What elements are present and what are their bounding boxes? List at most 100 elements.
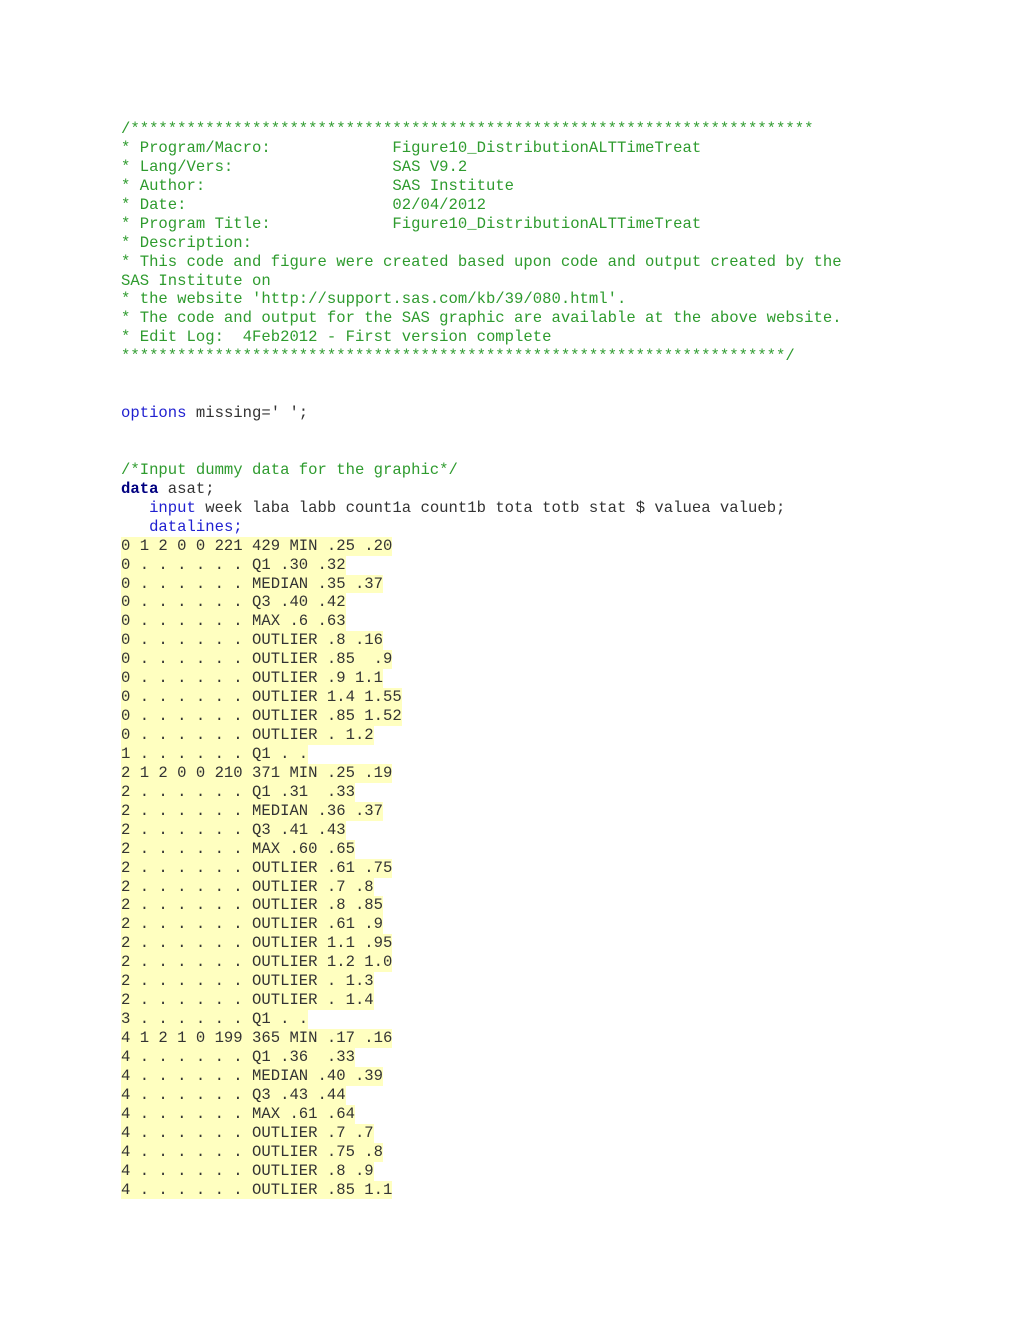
options-rest: missing=' '; [186,404,309,423]
dataline-text: 1 . . . . . . Q1 . . [121,744,309,764]
dataline-text: 0 . . . . . . MAX .6 .63 [121,612,346,632]
dataline-text: 2 . . . . . . Q3 .41 .43 [121,820,346,840]
dataline-row: 2 . . . . . . Q1 .31 .33 [121,782,842,802]
dataline-text: 0 . . . . . . OUTLIER 1.4 1.55 [121,688,402,708]
header-field: * Date: 02/04/2012 [121,196,842,215]
header-field: * Program Title: Figure10_DistributionAL… [121,215,842,234]
header-field-label: * Author: [121,176,393,195]
dataline-text: 4 . . . . . . OUTLIER .8 .9 [121,1161,374,1181]
dataline-text: 0 . . . . . . OUTLIER . 1.2 [121,726,374,745]
header-comment-open: /***************************************… [121,120,814,138]
dataline-row: 2 . . . . . . OUTLIER .7 .8 [121,877,842,897]
dataline-row: 0 . . . . . . MAX .6 .63 [121,612,842,632]
options-statement: options missing=' '; [121,404,842,423]
dataline-text: 4 . . . . . . Q3 .43 .44 [121,1085,346,1105]
dataline-row: 2 . . . . . . MAX .60 .65 [121,839,842,859]
dataline-text: 0 . . . . . . OUTLIER .9 1.1 [121,669,384,689]
description-line: * This code and figure were created base… [121,252,842,271]
dataline-row: 2 . . . . . . Q3 .41 .43 [121,820,842,840]
header-field-label: * Program Title: [121,214,393,233]
header-field-value: SAS V9.2 [392,157,468,176]
dataline-row: 4 . . . . . . MEDIAN .40 .39 [121,1066,842,1086]
data-keyword: data [121,479,159,498]
datalines-statement: datalines; [121,518,842,537]
description-line: * Edit Log: 4Feb2012 - First version com… [121,328,552,347]
dataline-row: 0 . . . . . . OUTLIER .85 1.52 [121,707,842,727]
dataline-text: 0 . . . . . . MEDIAN .35 .37 [121,574,384,594]
sas-code-document: /***************************************… [121,120,842,1200]
dataline-text: 2 . . . . . . MAX .60 .65 [121,839,355,859]
dataline-row: 0 . . . . . . MEDIAN .35 .37 [121,574,842,594]
dataline-text: 3 . . . . . . Q1 . . [121,1010,309,1030]
dataline-text: 4 . . . . . . MEDIAN .40 .39 [121,1066,384,1086]
dataline-row: 4 . . . . . . OUTLIER .75 .8 [121,1142,842,1162]
description-line: * the website 'http://support.sas.com/kb… [121,290,627,309]
dataline-text: 0 1 2 0 0 221 429 MIN .25 .20 [121,536,393,556]
input-keyword: input [149,498,196,517]
dataline-row: 0 . . . . . . OUTLIER 1.4 1.55 [121,688,842,708]
description-line: SAS Institute on [121,271,271,290]
dataline-row: 3 . . . . . . Q1 . . [121,1010,842,1030]
dataline-text: 4 . . . . . . OUTLIER .75 .8 [121,1142,384,1162]
dataline-text: 2 . . . . . . OUTLIER . 1.4 [121,991,374,1011]
header-field-value: 02/04/2012 [392,195,486,214]
dataline-row: 4 1 2 1 0 199 365 MIN .17 .16 [121,1029,842,1048]
dataline-text: 2 . . . . . . Q1 .31 .33 [121,782,355,802]
dataline-row: 2 . . . . . . OUTLIER 1.2 1.0 [121,953,842,973]
dataline-row: 2 . . . . . . OUTLIER .61 .9 [121,915,842,935]
description-block: * This code and figure were created base… [121,253,842,348]
dataline-text: 2 . . . . . . OUTLIER .7 .8 [121,877,374,897]
dataline-row: 0 . . . . . . OUTLIER .85 .9 [121,650,842,670]
dataline-row: 0 . . . . . . OUTLIER .9 1.1 [121,669,842,689]
dataline-text: 2 . . . . . . OUTLIER .8 .85 [121,896,384,916]
header-field-label: * Lang/Vers: [121,157,393,176]
dataline-row: 4 . . . . . . Q1 .36 .33 [121,1047,842,1067]
header-field: * Lang/Vers: SAS V9.2 [121,158,842,177]
dataline-text: 0 . . . . . . Q3 .40 .42 [121,593,346,613]
header-field-label: * Program/Macro: [121,138,393,157]
dataline-text: 2 . . . . . . OUTLIER .61 .75 [121,858,393,878]
dataline-row: 0 . . . . . . Q1 .30 .32 [121,555,842,575]
header-field-value: SAS Institute [392,176,515,195]
data-comment: /*Input dummy data for the graphic*/ [121,460,458,479]
dataline-row: 4 . . . . . . Q3 .43 .44 [121,1085,842,1105]
data-rest: asat; [158,479,215,498]
dataline-text: 2 . . . . . . OUTLIER .61 .9 [121,915,384,935]
dataline-row: 4 . . . . . . OUTLIER .8 .9 [121,1161,842,1181]
dataline-text: 4 1 2 1 0 199 365 MIN .17 .16 [121,1029,393,1048]
header-field: * Author: SAS Institute [121,177,842,196]
dataline-text: 4 . . . . . . MAX .61 .64 [121,1104,355,1124]
dataline-row: 2 . . . . . . OUTLIER 1.1 .95 [121,934,842,954]
dataline-text: 0 . . . . . . OUTLIER .85 .9 [121,650,393,670]
dataline-text: 4 . . . . . . Q1 .36 .33 [121,1047,355,1067]
dataline-text: 0 . . . . . . OUTLIER .8 .16 [121,631,384,651]
dataline-text: 0 . . . . . . Q1 .30 .32 [121,555,346,575]
dataline-row: 4 . . . . . . MAX .61 .64 [121,1104,842,1124]
header-field-value: Figure10_DistributionALTTimeTreat [392,214,702,233]
options-keyword: options [121,404,187,423]
dataline-row: 1 . . . . . . Q1 . . [121,744,842,764]
data-statement: data asat; [121,480,842,499]
dataline-row: 0 . . . . . . Q3 .40 .42 [121,593,842,613]
dataline-text: 2 . . . . . . MEDIAN .36 .37 [121,801,384,821]
dataline-text: 4 . . . . . . OUTLIER .85 1.1 [121,1180,393,1200]
dataline-row: 0 . . . . . . OUTLIER .8 .16 [121,631,842,651]
input-statement: input week laba labb count1a count1b tot… [121,499,842,518]
header-fields: * Program/Macro: Figure10_DistributionAL… [121,139,842,234]
datalines-block: 0 1 2 0 0 221 429 MIN .25 .20 0 . . . . .… [121,536,842,1200]
dataline-row: 2 . . . . . . MEDIAN .36 .37 [121,801,842,821]
dataline-text: 2 1 2 0 0 210 371 MIN .25 .19 [121,763,393,783]
dataline-row: 0 1 2 0 0 221 429 MIN .25 .20 [121,536,842,556]
header-field: * Program/Macro: Figure10_DistributionAL… [121,139,842,158]
header-comment-close: ****************************************… [121,347,795,366]
dataline-row: 4 . . . . . . OUTLIER .7 .7 [121,1123,842,1143]
datalines-keyword: datalines; [149,517,243,536]
dataline-text: 4 . . . . . . OUTLIER .7 .7 [121,1123,374,1143]
dataline-text: 2 . . . . . . OUTLIER . 1.3 [121,972,374,992]
dataline-text: 0 . . . . . . OUTLIER .85 1.52 [121,707,402,727]
header-field-value: Figure10_DistributionALTTimeTreat [392,138,702,157]
dataline-text: 2 . . . . . . OUTLIER 1.1 .95 [121,934,393,954]
header-field-label: * Date: [121,195,393,214]
dataline-row: 2 . . . . . . OUTLIER . 1.4 [121,991,842,1011]
dataline-row: 2 . . . . . . OUTLIER .61 .75 [121,858,842,878]
